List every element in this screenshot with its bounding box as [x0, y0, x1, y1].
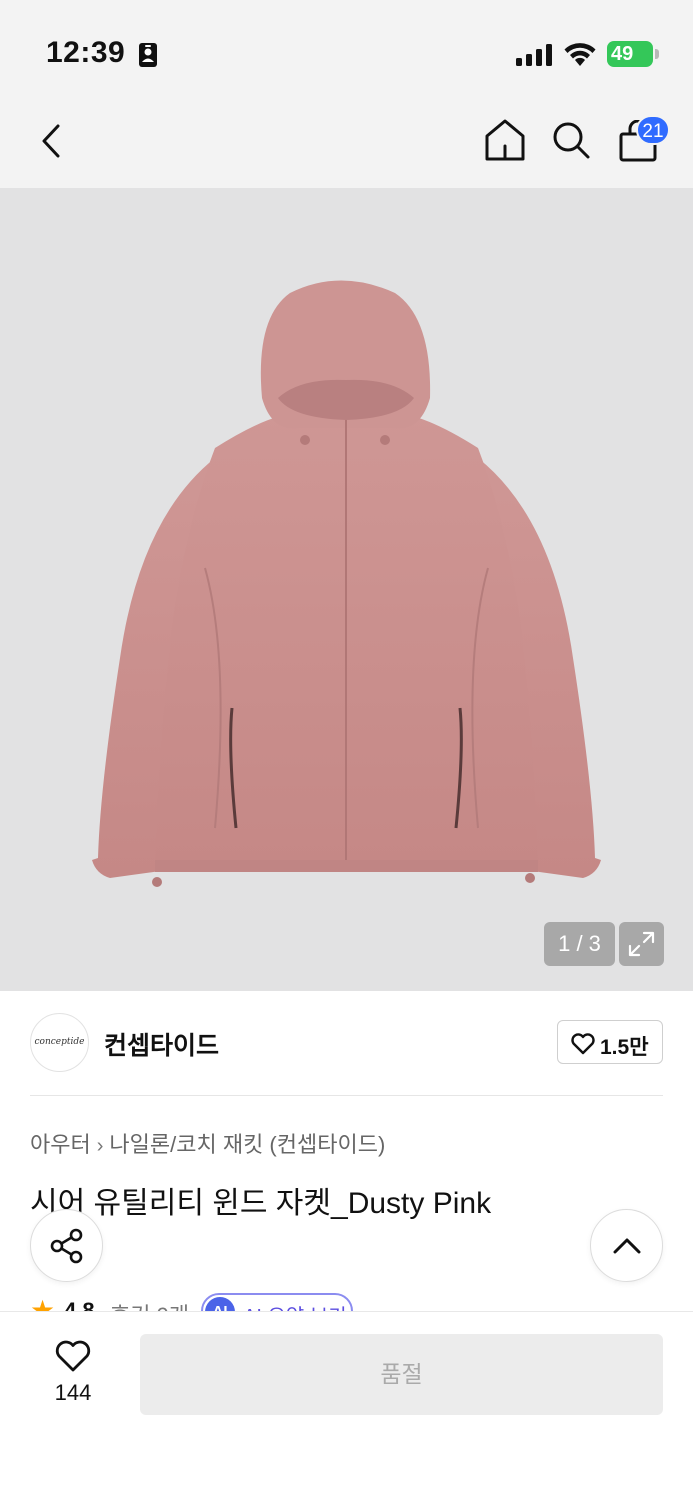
home-icon[interactable] [484, 118, 526, 162]
brand-name[interactable]: 컨셉타이드 [104, 1026, 219, 1062]
battery-icon: 49 [607, 41, 653, 67]
product-title: 시어 유틸리티 윈드 자켓_Dusty Pink [30, 1187, 492, 1220]
share-button[interactable] [30, 1209, 103, 1282]
chevron-left-icon[interactable] [36, 122, 70, 160]
scroll-to-top-button[interactable] [590, 1209, 663, 1282]
gallery-pager: 1 / 3 [544, 922, 615, 966]
wifi-icon [564, 43, 596, 66]
share-icon [50, 1228, 83, 1264]
product-jacket-image [92, 280, 601, 887]
battery-tip [655, 49, 659, 59]
expand-icon [628, 931, 655, 957]
ai-badge: AI [205, 1297, 235, 1312]
chevron-right-icon: › [96, 1135, 104, 1157]
ai-summary-button[interactable]: AI AI 요약 보기 [201, 1293, 353, 1312]
heart-outline-icon [571, 1033, 595, 1055]
section-divider [30, 1095, 663, 1096]
chevron-up-icon [613, 1238, 641, 1254]
soldout-button[interactable]: 품절 [140, 1334, 663, 1415]
id-card-icon [139, 43, 157, 67]
brand-logo[interactable]: conceptide [30, 1013, 89, 1072]
breadcrumb: 아우터 › 나일론/코치 재킷 (컨셉타이드) [30, 1127, 385, 1159]
review-count-link[interactable]: 후기 9개 [110, 1298, 189, 1312]
cart-count-badge: 21 [636, 115, 670, 145]
star-icon: ★ [30, 1295, 56, 1312]
status-time: 12:39 [46, 36, 126, 69]
wish-count: 144 [54, 1380, 92, 1405]
breadcrumb-subcategory[interactable]: 나일론/코치 재킷 (컨셉타이드) [109, 1132, 385, 1157]
search-icon[interactable] [551, 120, 591, 160]
rating-row: ★ 4.8 후기 9개 AI AI 요약 보기 [30, 1290, 430, 1312]
brand-like-count: 1.5만 [600, 1036, 649, 1059]
battery-level: 49 [611, 43, 634, 65]
heart-icon[interactable] [54, 1338, 92, 1374]
brand-logo-text: conceptide [34, 1037, 85, 1047]
signal-icon [516, 44, 552, 66]
breadcrumb-category[interactable]: 아우터 [30, 1132, 91, 1157]
brand-like-button[interactable]: 1.5만 [557, 1020, 663, 1064]
expand-image-button[interactable] [619, 922, 664, 966]
rating-score: 4.8 [64, 1298, 95, 1312]
product-image-gallery[interactable] [0, 188, 693, 991]
